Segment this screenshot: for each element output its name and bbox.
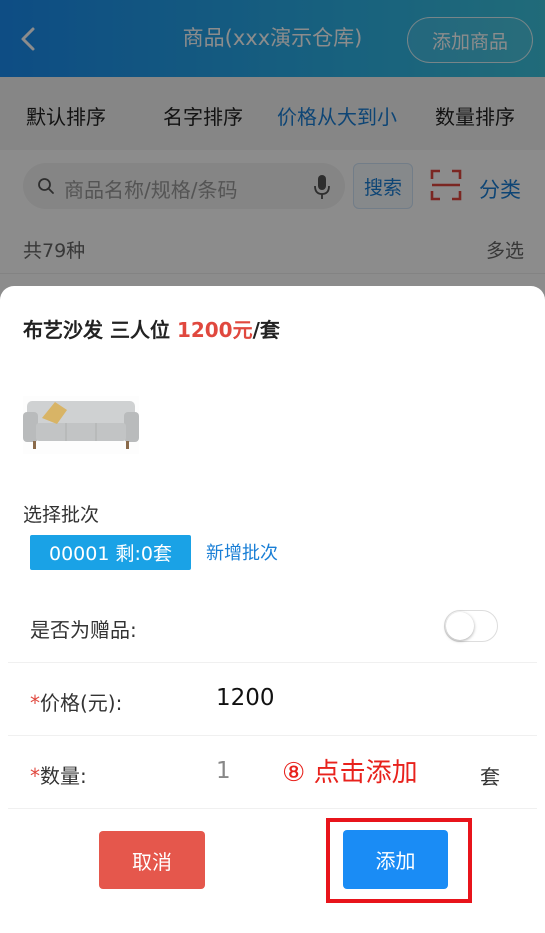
quantity-input[interactable]: 1 (216, 758, 231, 784)
price-row: *价格(元): 1200 (8, 663, 537, 736)
toggle-knob (446, 612, 474, 640)
product-unit: /套 (252, 318, 280, 342)
step-annotation: ⑧ 点击添加 (282, 758, 418, 788)
price-label: *价格(元): (30, 687, 122, 716)
price-label-text: 价格(元): (40, 691, 123, 715)
quantity-label-text: 数量: (40, 764, 87, 788)
price-input[interactable]: 1200 (216, 685, 275, 711)
required-mark: * (30, 764, 40, 788)
required-mark: * (30, 691, 40, 715)
goods-form: 是否为赠品: *价格(元): 1200 *数量: 1 套 (8, 590, 537, 809)
quantity-row: *数量: 1 套 (8, 736, 537, 809)
cancel-button[interactable]: 取消 (99, 831, 205, 889)
batch-label: 选择批次 (23, 504, 100, 526)
gift-toggle[interactable] (444, 610, 498, 642)
batch-chip[interactable]: 00001 剩:0套 (30, 535, 191, 570)
highlight-box (326, 818, 472, 903)
gift-row: 是否为赠品: (8, 590, 537, 663)
product-name: 布艺沙发 三人位 (23, 318, 177, 342)
quantity-unit: 套 (480, 765, 500, 789)
quantity-label: *数量: (30, 760, 87, 789)
product-price: 1200元 (176, 318, 253, 342)
add-batch-link[interactable]: 新增批次 (206, 539, 278, 565)
product-title: 布艺沙发 三人位 1200元/套 (23, 314, 280, 343)
gift-label: 是否为赠品: (30, 618, 137, 642)
sofa-image (23, 396, 139, 454)
